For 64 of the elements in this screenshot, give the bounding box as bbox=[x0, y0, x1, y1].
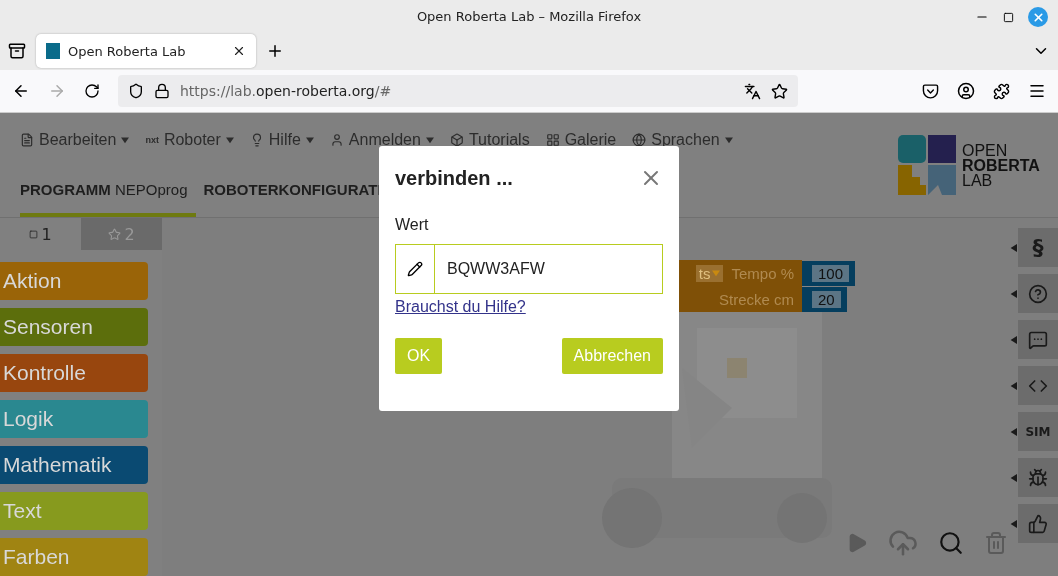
feedback-icon bbox=[1028, 513, 1048, 534]
caret-icon bbox=[724, 136, 733, 144]
menu-item[interactable]: Anmelden bbox=[329, 131, 434, 149]
category-item[interactable]: Farben bbox=[0, 538, 148, 576]
nxt-label: nxt bbox=[145, 135, 159, 145]
comment-icon bbox=[1028, 329, 1048, 350]
side-button[interactable] bbox=[1018, 504, 1058, 543]
field-label: Wert bbox=[395, 216, 430, 234]
bookmark-icon[interactable] bbox=[771, 82, 788, 100]
dialog-title: verbinden ... bbox=[395, 166, 513, 190]
sim-label: SIM bbox=[1025, 424, 1051, 439]
menu-item[interactable]: Sprachen bbox=[632, 131, 733, 149]
menu-item[interactable]: Hilfe bbox=[249, 131, 314, 149]
lock-icon[interactable] bbox=[154, 83, 170, 100]
shield-icon[interactable] bbox=[128, 83, 144, 100]
caret-icon bbox=[225, 136, 234, 144]
number-block[interactable]: 100 bbox=[812, 264, 850, 282]
side-button[interactable]: SIM bbox=[1018, 412, 1058, 451]
extensions-icon[interactable] bbox=[993, 82, 1010, 100]
maximize-icon[interactable] bbox=[1003, 11, 1014, 23]
help-link[interactable]: Brauchst du Hilfe? bbox=[395, 298, 526, 316]
category-item[interactable]: Kontrolle bbox=[0, 354, 148, 392]
category-item[interactable]: Aktion bbox=[0, 262, 148, 300]
square-icon bbox=[29, 229, 39, 239]
caret-icon bbox=[425, 136, 434, 144]
help-icon bbox=[1028, 283, 1048, 304]
globe-icon bbox=[632, 133, 647, 147]
side-button[interactable]: § bbox=[1018, 228, 1058, 267]
account-icon[interactable] bbox=[957, 82, 975, 101]
pocket-icon[interactable] bbox=[922, 82, 939, 100]
zoom-icon[interactable] bbox=[938, 530, 964, 556]
browser-tab[interactable]: Open Roberta Lab bbox=[36, 34, 256, 69]
category-item[interactable]: Mathematik bbox=[0, 446, 148, 484]
star-icon bbox=[108, 227, 122, 241]
debug-icon bbox=[1028, 467, 1048, 488]
side-button[interactable] bbox=[1018, 274, 1058, 313]
input-field[interactable]: BQWW3AFW bbox=[395, 244, 663, 294]
number-block[interactable]: 20 bbox=[812, 290, 841, 308]
edit-icon bbox=[20, 133, 34, 147]
section-symbol: § bbox=[1032, 234, 1044, 261]
menu-item[interactable]: Tutorials bbox=[449, 131, 530, 149]
category-item[interactable]: Sensoren bbox=[0, 308, 148, 346]
tab-manager-icon[interactable] bbox=[8, 42, 26, 61]
url-field[interactable]: https://lab.open-roberta.org/# bbox=[118, 75, 798, 108]
reload-icon[interactable] bbox=[84, 83, 100, 100]
category-item[interactable]: Text bbox=[0, 492, 148, 530]
side-button[interactable] bbox=[1018, 458, 1058, 497]
side-button[interactable] bbox=[1018, 366, 1058, 405]
menu-item[interactable]: nxt Roboter bbox=[145, 131, 234, 149]
block-dropdown[interactable]: ts bbox=[695, 264, 724, 282]
window-title: Open Roberta Lab – Mozilla Firefox bbox=[416, 8, 642, 24]
pencil-icon bbox=[407, 261, 423, 277]
logo: OPEN ROBERTA LAB bbox=[898, 113, 1058, 217]
user-icon bbox=[329, 133, 344, 147]
caret-icon bbox=[305, 136, 314, 144]
side-button[interactable] bbox=[1018, 320, 1058, 359]
favicon-icon bbox=[46, 43, 60, 60]
translate-icon[interactable] bbox=[744, 82, 761, 100]
caret-icon bbox=[121, 136, 130, 144]
category-item[interactable]: Logik bbox=[0, 400, 148, 438]
cube-icon bbox=[449, 133, 464, 147]
grid-icon bbox=[545, 133, 560, 147]
menu-item[interactable]: Bearbeiten bbox=[20, 131, 130, 149]
menu-item[interactable]: Galerie bbox=[545, 131, 617, 149]
